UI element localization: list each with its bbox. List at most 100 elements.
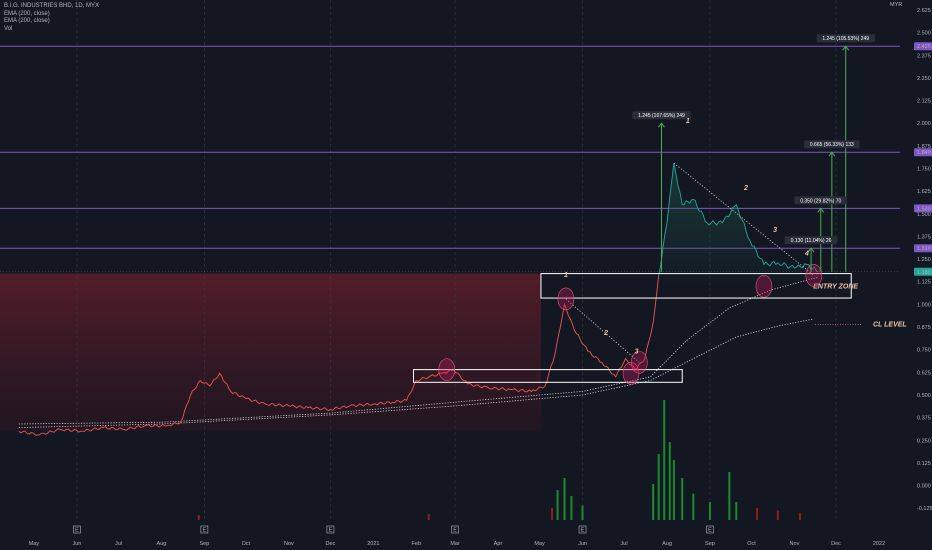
y-tick-label: 2.000 xyxy=(917,121,931,127)
volume-bar xyxy=(197,515,200,520)
highlight-circle xyxy=(805,264,823,287)
y-tick-label: 1.125 xyxy=(917,280,931,286)
volume-bar xyxy=(668,442,671,520)
y-tick-label: 1.000 xyxy=(917,302,931,308)
volume-bar xyxy=(728,472,731,520)
x-tick-label: Dec xyxy=(326,541,336,547)
x-tick-label: Aug xyxy=(662,541,672,547)
volume-bar xyxy=(798,512,801,520)
level-tag-label: 1.530 xyxy=(917,206,931,212)
volume-bar xyxy=(551,508,554,520)
y-tick-label: 0.750 xyxy=(917,348,931,354)
level-tag-label: 2.425 xyxy=(917,44,931,50)
y-tick-label: 1.500 xyxy=(917,212,931,218)
measure-label: 0.350 (29.82%) 70 xyxy=(800,198,841,204)
y-tick-label: 2.250 xyxy=(917,76,931,82)
measure-label: 1.245 (105.53%) 249 xyxy=(822,36,869,42)
highlight-circle xyxy=(755,274,773,298)
highlight-circle xyxy=(557,287,575,311)
bearish-shaded-area xyxy=(0,273,541,432)
chart-legend: B.I.G. INDUSTRIES BHD, 1D, MYX EMA (200,… xyxy=(4,3,99,33)
volume-bar xyxy=(663,400,666,520)
volume-legend: Vol xyxy=(4,25,13,32)
level-tag-label: 1.310 xyxy=(917,246,931,252)
x-tick-label: Apr xyxy=(494,541,503,547)
y-tick-label: 2.125 xyxy=(917,99,931,105)
volume-bar xyxy=(563,478,566,520)
current-price-label: 1.180 xyxy=(917,270,931,276)
x-tick-label: Jun xyxy=(578,541,587,547)
entry-zone-label: ENTRY ZONE xyxy=(813,283,858,290)
x-tick-label: Mar xyxy=(450,541,460,547)
x-tick-label: Nov xyxy=(790,541,800,547)
y-tick-label: 0.500 xyxy=(917,393,931,399)
volume-bar xyxy=(756,508,759,520)
ema-legend-1: EMA (200, close) xyxy=(4,10,50,17)
x-tick-label: Sep xyxy=(199,541,209,547)
volume-bar xyxy=(735,502,738,520)
y-tick-label: 0.875 xyxy=(917,325,931,331)
y-tick-label: 1.375 xyxy=(917,234,931,240)
wave-label: 2 xyxy=(743,185,748,192)
y-tick-label: 2.625 xyxy=(917,8,931,14)
level-tag-label: 1.840 xyxy=(917,150,931,156)
volume-bar xyxy=(657,454,660,520)
y-tick-label: 1.750 xyxy=(917,167,931,173)
measure-label: 1.245 (167.65%) 249 xyxy=(638,113,685,119)
y-tick-label: 0.000 xyxy=(917,484,931,490)
volume-bar xyxy=(672,460,675,520)
earnings-marker-label: E xyxy=(329,528,333,534)
volume-bar xyxy=(692,493,695,520)
earnings-marker-label: E xyxy=(708,528,712,534)
price-chart[interactable]: 2.6252.5002.3752.2502.1252.0001.8751.750… xyxy=(0,0,932,550)
volume-bar xyxy=(681,478,684,520)
volume-bar xyxy=(581,505,584,520)
highlight-circle xyxy=(438,358,456,381)
volume-bar xyxy=(776,510,779,520)
volume-bar xyxy=(708,502,711,520)
wave-label: 4 xyxy=(804,250,809,257)
y-tick-label: 1.625 xyxy=(917,189,931,195)
currency-label: MYR xyxy=(890,2,902,8)
earnings-marker-label: E xyxy=(581,528,585,534)
symbol-title: B.I.G. INDUSTRIES BHD, 1D, MYX xyxy=(4,3,100,9)
x-tick-label: Oct xyxy=(747,541,756,547)
wave-label: 2 xyxy=(603,330,608,337)
x-tick-label: Feb xyxy=(412,541,421,547)
x-tick-label: Aug xyxy=(157,541,167,547)
volume-bar xyxy=(570,496,573,520)
earnings-marker-label: E xyxy=(75,528,79,534)
wave-label: 3 xyxy=(773,227,777,234)
y-tick-label: 0.625 xyxy=(917,370,931,376)
measure-label: 0.665 (56.33%) 133 xyxy=(810,142,854,148)
cl-level-label: CL LEVEL xyxy=(873,322,907,329)
earnings-marker-label: E xyxy=(453,528,457,534)
x-tick-label: Nov xyxy=(284,541,294,547)
volume-bar xyxy=(652,484,655,520)
x-tick-label: Oct xyxy=(242,541,251,547)
y-tick-label: 0.250 xyxy=(917,438,931,444)
volume-bar xyxy=(427,514,430,520)
x-tick-label: May xyxy=(534,541,545,547)
volume-bar xyxy=(556,490,559,520)
x-tick-label: 2021 xyxy=(367,541,379,547)
measure-label: 0.130 (11.04%) 26 xyxy=(791,238,832,244)
x-tick-label: 2022 xyxy=(873,541,885,547)
x-tick-label: Dec xyxy=(831,541,841,547)
earnings-marker-label: E xyxy=(203,528,207,534)
wave-label: 3 xyxy=(635,348,639,355)
wave-label: 1 xyxy=(686,118,690,125)
y-tick-label: 2.500 xyxy=(917,31,931,37)
y-tick-label: 0.375 xyxy=(917,416,931,422)
x-tick-label: Jun xyxy=(73,541,82,547)
wave-label: 1 xyxy=(564,272,568,279)
ema-legend-2: EMA (200, close) xyxy=(4,18,50,24)
x-tick-label: May xyxy=(29,541,40,547)
x-tick-label: Jul xyxy=(621,541,628,547)
y-tick-label: -0.125 xyxy=(917,506,932,512)
y-tick-label: 2.375 xyxy=(917,53,931,59)
y-tick-label: 0.125 xyxy=(917,461,931,467)
x-tick-label: Sep xyxy=(705,541,715,547)
y-tick-label: 1.250 xyxy=(917,257,931,263)
x-tick-label: Jul xyxy=(115,541,122,547)
